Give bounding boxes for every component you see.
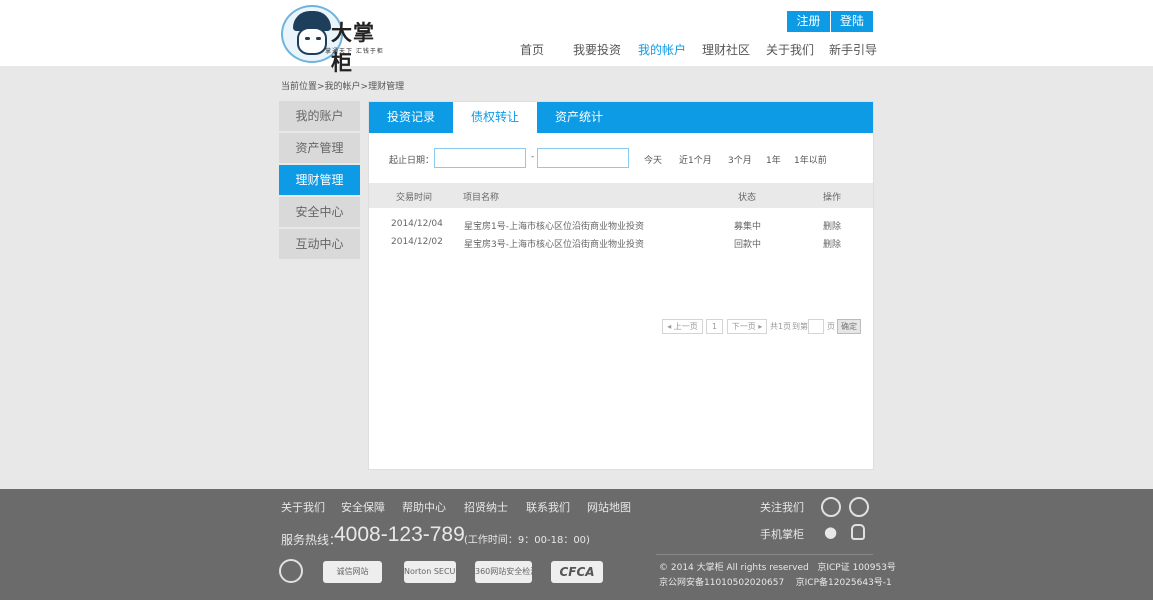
footer-link-sitemap[interactable]: 网站地图 bbox=[587, 499, 631, 515]
account-sidebar: 我的账户 资产管理 理财管理 安全中心 互动中心 bbox=[279, 101, 360, 261]
quick-1-month[interactable]: 近1个月 bbox=[679, 153, 712, 166]
date-separator: - bbox=[531, 152, 535, 162]
row-delete-link[interactable]: 删除 bbox=[823, 219, 841, 232]
sidebar-item-assets[interactable]: 资产管理 bbox=[279, 133, 360, 163]
page-number-button[interactable]: 1 bbox=[706, 319, 723, 334]
prev-page-label: 上一页 bbox=[673, 322, 698, 331]
footer-link-help[interactable]: 帮助中心 bbox=[402, 499, 446, 515]
service-hours: (工作时间：9：00-18：00) bbox=[464, 535, 590, 546]
date-filter: 起止日期： - 今天 近1个月 3个月 1年 1年以前 bbox=[389, 148, 859, 170]
column-header-status: 状态 bbox=[738, 193, 757, 203]
register-button[interactable]: 注册 bbox=[787, 11, 830, 32]
weibo-icon[interactable] bbox=[821, 497, 841, 517]
quick-1-year[interactable]: 1年 bbox=[766, 153, 781, 166]
column-header-date: 交易时间 bbox=[396, 193, 433, 203]
tab-bar: 投资记录 债权转让 资产统计 bbox=[369, 102, 873, 133]
android-icon[interactable] bbox=[851, 524, 865, 540]
nav-invest[interactable]: 我要投资 bbox=[573, 41, 621, 58]
icp-license: 京ICP证 100953号 bbox=[817, 563, 896, 573]
date-range-label: 起止日期： bbox=[389, 156, 435, 166]
row-date: 2014/12/02 bbox=[391, 237, 443, 247]
table-header: 交易时间 项目名称 状态 操作 bbox=[369, 183, 873, 208]
360-security-badge[interactable]: 360网站安全检测 bbox=[475, 561, 532, 583]
icp-record: 京ICP备12025643号-1 bbox=[795, 578, 892, 588]
row-delete-link[interactable]: 删除 bbox=[823, 237, 841, 250]
table-row: 2014/12/02 星宝房3号-上海市核心区位沿街商业物业投资 回款中 删除 bbox=[369, 237, 873, 253]
site-header: 大掌柜 掌通天下 汇钱于柜 注册 登陆 首页 我要投资 我的帐户 理财社区 关于… bbox=[0, 0, 1153, 75]
mobile-app-label: 手机掌柜 bbox=[760, 528, 804, 541]
row-status: 募集中 bbox=[734, 222, 762, 232]
next-page-button[interactable]: 下一页 ▸ bbox=[727, 319, 767, 334]
next-page-label: 下一页 bbox=[731, 322, 756, 331]
copyright-text: © 2014 大掌柜 All rights reserved bbox=[659, 563, 809, 573]
hotline-label: 服务热线： bbox=[281, 533, 342, 547]
footer-divider bbox=[656, 554, 873, 555]
end-date-input[interactable] bbox=[537, 148, 629, 168]
follow-label: 关注我们 bbox=[760, 501, 804, 514]
main-panel: 投资记录 债权转让 资产统计 起止日期： - 今天 近1个月 3个月 1年 1年… bbox=[368, 101, 874, 470]
nav-community[interactable]: 理财社区 bbox=[702, 41, 750, 58]
site-footer: 关于我们 安全保障 帮助中心 招贤纳士 联系我们 网站地图 服务热线： 4008… bbox=[0, 489, 1153, 600]
sidebar-item-finance[interactable]: 理财管理 bbox=[279, 165, 360, 195]
quick-3-months[interactable]: 3个月 bbox=[728, 153, 752, 166]
nav-guide[interactable]: 新手引导 bbox=[829, 41, 877, 58]
hotline-number: 4008-123-789 bbox=[334, 523, 465, 546]
quick-today[interactable]: 今天 bbox=[644, 153, 662, 166]
police-record: 京公网安备11010502020657 bbox=[659, 578, 785, 588]
page-unit-label: 页 bbox=[827, 322, 835, 331]
breadcrumb: 当前位置>我的帐户>理财管理 bbox=[281, 82, 405, 92]
table-row: 2014/12/04 星宝房1号-上海市核心区位沿街商业物业投资 募集中 删除 bbox=[369, 219, 873, 235]
nav-about[interactable]: 关于我们 bbox=[766, 41, 814, 58]
cfca-badge[interactable]: CFCA bbox=[551, 561, 603, 583]
row-date: 2014/12/04 bbox=[391, 219, 443, 229]
start-date-input[interactable] bbox=[434, 148, 526, 168]
apple-icon[interactable]: ● bbox=[824, 523, 837, 541]
tab-asset-stats[interactable]: 资产统计 bbox=[537, 102, 621, 133]
footer-link-about[interactable]: 关于我们 bbox=[281, 499, 325, 515]
tab-invest-records[interactable]: 投资记录 bbox=[369, 102, 453, 133]
registration-line: 京公网安备11010502020657 京ICP备12025643号-1 bbox=[659, 575, 892, 588]
nav-home[interactable]: 首页 bbox=[520, 41, 544, 58]
footer-link-security[interactable]: 安全保障 bbox=[341, 499, 385, 515]
column-header-name: 项目名称 bbox=[463, 193, 500, 203]
goto-page-label: 到第 bbox=[792, 322, 808, 331]
main-nav: 首页 我要投资 我的帐户 理财社区 关于我们 新手引导 bbox=[0, 41, 1153, 59]
sidebar-item-my-account[interactable]: 我的账户 bbox=[279, 101, 360, 131]
trusted-site-badge[interactable]: 诚信网站 bbox=[323, 561, 382, 583]
confirm-page-button[interactable]: 确定 bbox=[837, 319, 861, 334]
seal-icon bbox=[279, 559, 303, 583]
nav-my-account[interactable]: 我的帐户 bbox=[638, 41, 686, 58]
norton-badge[interactable]: Norton SECURED bbox=[404, 561, 456, 583]
wechat-icon[interactable] bbox=[849, 497, 869, 517]
goto-page-input[interactable] bbox=[808, 319, 824, 334]
auth-buttons: 注册 登陆 bbox=[787, 11, 873, 32]
sidebar-item-security[interactable]: 安全中心 bbox=[279, 197, 360, 227]
row-project-name[interactable]: 星宝房1号-上海市核心区位沿街商业物业投资 bbox=[464, 219, 644, 232]
sidebar-item-interaction[interactable]: 互动中心 bbox=[279, 229, 360, 259]
row-project-name[interactable]: 星宝房3号-上海市核心区位沿街商业物业投资 bbox=[464, 237, 644, 250]
column-header-action: 操作 bbox=[823, 193, 842, 203]
pagination: ◂ 上一页 1 下一页 ▸ 共1页 到第 页 确定 bbox=[662, 319, 862, 334]
quick-before-1-year[interactable]: 1年以前 bbox=[794, 153, 827, 166]
row-status: 回款中 bbox=[734, 240, 762, 250]
login-button[interactable]: 登陆 bbox=[831, 11, 873, 32]
total-pages-text: 共1页 bbox=[770, 322, 792, 331]
tab-debt-transfer[interactable]: 债权转让 bbox=[453, 102, 537, 133]
footer-link-contact[interactable]: 联系我们 bbox=[526, 499, 570, 515]
copyright-line: © 2014 大掌柜 All rights reserved 京ICP证 100… bbox=[659, 560, 896, 573]
prev-page-button[interactable]: ◂ 上一页 bbox=[662, 319, 703, 334]
footer-link-jobs[interactable]: 招贤纳士 bbox=[464, 499, 508, 515]
